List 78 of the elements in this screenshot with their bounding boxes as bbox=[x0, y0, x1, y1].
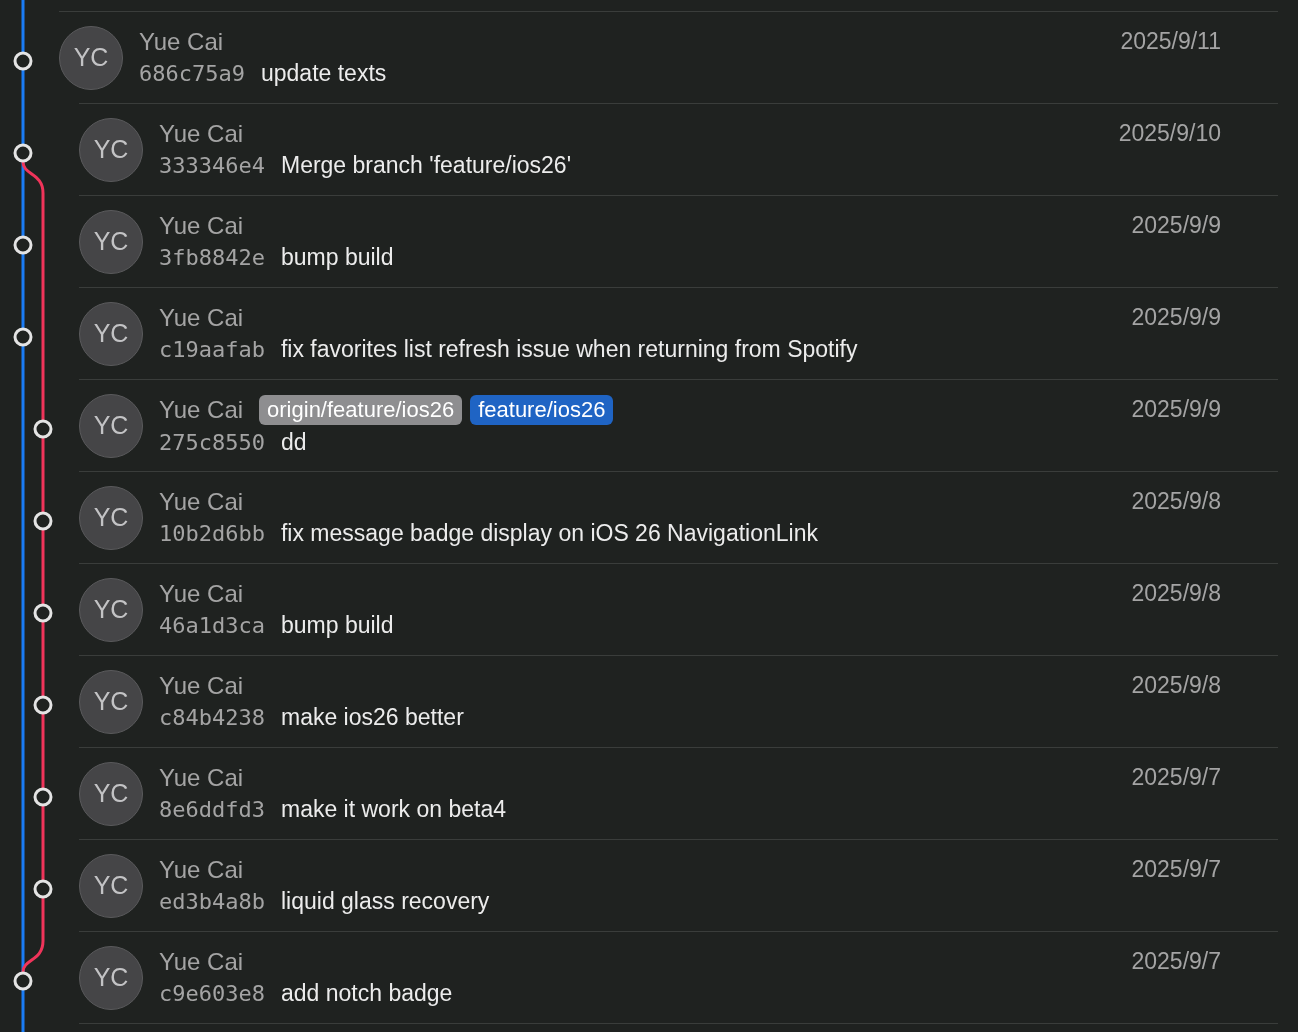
commit-node[interactable] bbox=[33, 419, 53, 439]
commit-row[interactable]: YC Yue Cai 10b2d6bb fix message badge display on iOS 26 NavigationLink 2025/9/8 bbox=[79, 471, 1278, 563]
commit-message: update texts bbox=[260, 60, 387, 87]
commit-hash: c19aafab bbox=[159, 337, 265, 362]
commit-hash: c84b4238 bbox=[159, 705, 265, 730]
commit-message: dd bbox=[280, 429, 307, 456]
commit-hash: 10b2d6bb bbox=[159, 521, 265, 546]
commit-node[interactable] bbox=[33, 879, 53, 899]
author-name: Yue Cai bbox=[159, 212, 244, 240]
avatar: YC bbox=[79, 853, 143, 918]
avatar: YC bbox=[79, 669, 143, 734]
avatar: YC bbox=[79, 577, 143, 642]
commit-row[interactable]: YC Yue Cai 46a1d3ca bump build 2025/9/8 bbox=[79, 563, 1278, 655]
author-name: Yue Cai bbox=[159, 856, 244, 884]
avatar: YC bbox=[79, 945, 143, 1010]
commit-row[interactable]: YC Yue Cai c19aafab fix favorites list refresh issue when returning from Spotify 2025/9/9 bbox=[79, 287, 1278, 379]
commit-row[interactable]: YC Yue Cai c84b4238 make ios26 better 2025/9/8 bbox=[79, 655, 1278, 747]
branch-tag[interactable]: feature/ios26 bbox=[470, 395, 614, 425]
author-name: Yue Cai bbox=[159, 764, 244, 792]
author-name: Yue Cai bbox=[139, 28, 224, 56]
commit-hash: 3fb8842e bbox=[159, 245, 265, 270]
commit-date: 2025/9/8 bbox=[1131, 488, 1221, 515]
commit-message: fix favorites list refresh issue when returning from Spotify bbox=[280, 336, 858, 363]
commit-node[interactable] bbox=[33, 511, 53, 531]
commit-row[interactable]: YC Yue Cai c9e603e8 add notch badge 2025/9/7 bbox=[79, 931, 1278, 1024]
commit-node[interactable] bbox=[33, 603, 53, 623]
avatar: YC bbox=[79, 393, 143, 458]
commit-message: Merge branch 'feature/ios26' bbox=[280, 152, 572, 179]
commit-date: 2025/9/9 bbox=[1131, 304, 1221, 331]
commit-node[interactable] bbox=[33, 787, 53, 807]
author-name: Yue Cai bbox=[159, 396, 244, 424]
commit-message: make ios26 better bbox=[280, 704, 464, 731]
commit-hash: ed3b4a8b bbox=[159, 889, 265, 914]
commit-message: bump build bbox=[280, 612, 394, 639]
commit-hash: 333346e4 bbox=[159, 153, 265, 178]
commit-node[interactable] bbox=[33, 695, 53, 715]
author-name: Yue Cai bbox=[159, 580, 244, 608]
avatar: YC bbox=[79, 761, 143, 826]
commit-message: bump build bbox=[280, 244, 394, 271]
author-name: Yue Cai bbox=[159, 948, 244, 976]
commit-node[interactable] bbox=[13, 51, 33, 71]
commit-hash: 686c75a9 bbox=[139, 61, 245, 86]
commit-row[interactable]: YC Yue Cai ed3b4a8b liquid glass recovery 2025/9/7 bbox=[79, 839, 1278, 931]
commit-row[interactable]: YC Yue Cai 333346e4 Merge branch 'feature/ios26' 2025/9/10 bbox=[79, 103, 1278, 195]
commit-message: add notch badge bbox=[280, 980, 453, 1007]
commit-message: fix message badge display on iOS 26 NavigationLink bbox=[280, 520, 818, 547]
commit-date: 2025/9/11 bbox=[1120, 28, 1221, 55]
commit-node[interactable] bbox=[13, 971, 33, 991]
commit-date: 2025/9/7 bbox=[1131, 948, 1221, 975]
author-name: Yue Cai bbox=[159, 672, 244, 700]
commit-hash: c9e603e8 bbox=[159, 981, 265, 1006]
author-name: Yue Cai bbox=[159, 304, 244, 332]
commit-message: make it work on beta4 bbox=[280, 796, 506, 823]
commit-row[interactable]: YC Yue Cai 686c75a9 update texts 2025/9/11 bbox=[59, 11, 1278, 103]
author-name: Yue Cai bbox=[159, 120, 244, 148]
author-name: Yue Cai bbox=[159, 488, 244, 516]
commit-message: liquid glass recovery bbox=[280, 888, 490, 915]
commit-node[interactable] bbox=[13, 327, 33, 347]
avatar: YC bbox=[79, 301, 143, 366]
commit-date: 2025/9/7 bbox=[1131, 856, 1221, 883]
avatar: YC bbox=[79, 209, 143, 274]
commit-date: 2025/9/10 bbox=[1118, 120, 1221, 147]
commit-row[interactable]: YC Yue Cai origin/feature/ios26 feature/ios26 275c8550 dd 2025/9/9 bbox=[79, 379, 1278, 471]
commit-date: 2025/9/8 bbox=[1131, 580, 1221, 607]
commit-row[interactable]: YC Yue Cai 8e6ddfd3 make it work on beta4 2025/9/7 bbox=[79, 747, 1278, 839]
avatar: YC bbox=[79, 485, 143, 550]
commit-hash: 46a1d3ca bbox=[159, 613, 265, 638]
avatar: YC bbox=[79, 117, 143, 182]
commit-node[interactable] bbox=[13, 235, 33, 255]
commit-node[interactable] bbox=[13, 143, 33, 163]
avatar: YC bbox=[59, 25, 123, 90]
commit-date: 2025/9/8 bbox=[1131, 672, 1221, 699]
commit-hash: 275c8550 bbox=[159, 430, 265, 455]
commit-date: 2025/9/9 bbox=[1131, 396, 1221, 423]
commit-date: 2025/9/9 bbox=[1131, 212, 1221, 239]
commit-date: 2025/9/7 bbox=[1131, 764, 1221, 791]
commit-row[interactable]: YC Yue Cai 3fb8842e bump build 2025/9/9 bbox=[79, 195, 1278, 287]
commit-hash: 8e6ddfd3 bbox=[159, 797, 265, 822]
